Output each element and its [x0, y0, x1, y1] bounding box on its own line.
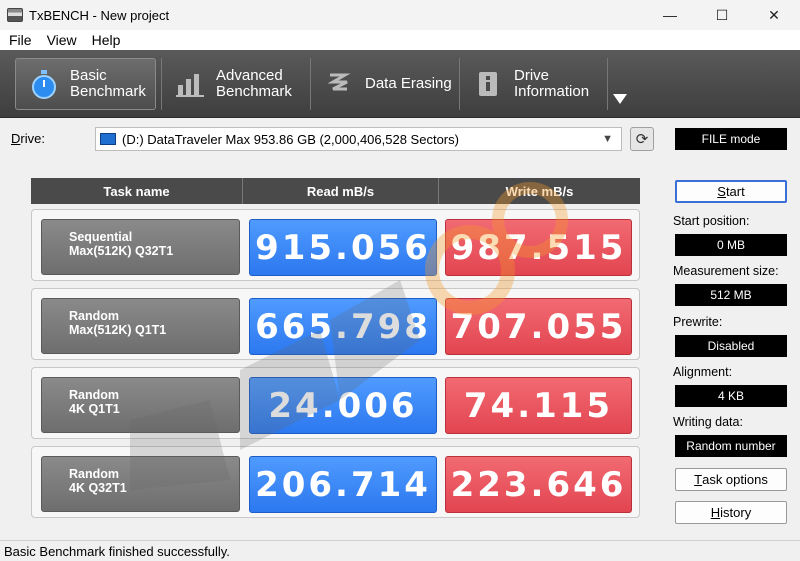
- measurement-size-label: Measurement size:: [673, 264, 779, 278]
- writing-data-label: Writing data:: [673, 415, 743, 429]
- stopwatch-icon: [28, 68, 60, 100]
- start-position-value[interactable]: 0 MB: [675, 234, 787, 256]
- toolbar-divider: [607, 58, 608, 110]
- tab-advanced-benchmark[interactable]: Advanced Benchmark: [162, 58, 308, 110]
- task-button[interactable]: Sequential Max(512K) Q32T1: [41, 219, 240, 275]
- write-value: 987.515: [445, 219, 632, 276]
- result-row: Random Max(512K) Q1T1 665.798 707.055: [31, 288, 640, 360]
- write-value: 74.115: [445, 377, 632, 434]
- app-icon: [7, 8, 23, 22]
- read-value: 206.714: [249, 456, 437, 513]
- drive-selected-value: (D:) DataTraveler Max 953.86 GB (2,000,4…: [122, 131, 459, 147]
- start-position-label: Start position:: [673, 214, 750, 228]
- tab-drive-information[interactable]: Drive Information: [460, 58, 606, 110]
- results-panel: Task name Read mB/s Write mB/s Sequentia…: [31, 178, 640, 525]
- tab-label: Advanced Benchmark: [216, 67, 292, 100]
- menu-help[interactable]: Help: [92, 32, 121, 48]
- history-button[interactable]: History: [675, 501, 787, 524]
- status-bar: Basic Benchmark finished successfully.: [0, 540, 800, 561]
- tab-basic-benchmark[interactable]: Basic Benchmark: [15, 58, 156, 110]
- result-row: Sequential Max(512K) Q32T1 915.056 987.5…: [31, 209, 640, 281]
- task-line1: Random: [69, 309, 119, 323]
- start-button[interactable]: Start: [675, 180, 787, 203]
- file-mode-indicator: FILE mode: [675, 128, 787, 150]
- prewrite-label: Prewrite:: [673, 315, 723, 329]
- task-line1: Sequential: [69, 230, 133, 244]
- tab-label: Basic Benchmark: [70, 67, 146, 100]
- measurement-size-value[interactable]: 512 MB: [675, 284, 787, 306]
- tab-label: Data Erasing: [365, 75, 452, 92]
- write-value: 223.646: [445, 456, 632, 513]
- task-options-button[interactable]: Task options: [675, 468, 787, 491]
- status-text: Basic Benchmark finished successfully.: [4, 543, 230, 559]
- header-write: Write mB/s: [505, 183, 574, 199]
- tab-label: Drive Information: [514, 67, 590, 100]
- refresh-icon: ⟳: [635, 131, 649, 148]
- task-line2: Max(512K) Q1T1: [69, 323, 167, 337]
- header-task-name: Task name: [31, 178, 243, 204]
- result-row: Random 4K Q1T1 24.006 74.115: [31, 367, 640, 439]
- drive-icon: [100, 133, 116, 145]
- task-line2: 4K Q32T1: [69, 481, 127, 495]
- alignment-label: Alignment:: [673, 365, 733, 379]
- task-button[interactable]: Random Max(512K) Q1T1: [41, 298, 240, 354]
- minimize-button[interactable]: —: [644, 0, 696, 30]
- writing-data-value[interactable]: Random number: [675, 435, 787, 457]
- maximize-button[interactable]: ☐: [696, 0, 748, 30]
- write-value: 707.055: [445, 298, 632, 355]
- drive-info-icon: [472, 68, 504, 100]
- title-bar: TxBENCH - New project — ☐ ✕: [0, 0, 800, 30]
- task-line1: Random: [69, 467, 119, 481]
- results-header: Task name Read mB/s Write mB/s: [31, 178, 640, 204]
- window-title: TxBENCH - New project: [29, 7, 170, 23]
- drive-label: Drive:: [11, 131, 45, 146]
- close-button[interactable]: ✕: [748, 0, 800, 30]
- task-line2: Max(512K) Q32T1: [69, 244, 174, 258]
- tab-data-erasing[interactable]: Data Erasing: [311, 58, 457, 110]
- menu-file[interactable]: File: [9, 32, 32, 48]
- eraser-icon: [323, 68, 355, 100]
- result-row: Random 4K Q32T1 206.714 223.646: [31, 446, 640, 518]
- menu-bar: File View Help: [0, 30, 800, 50]
- task-button[interactable]: Random 4K Q32T1: [41, 456, 240, 512]
- read-value: 665.798: [249, 298, 437, 355]
- read-value: 24.006: [249, 377, 437, 434]
- more-tabs-icon[interactable]: [613, 94, 627, 104]
- drive-select[interactable]: (D:) DataTraveler Max 953.86 GB (2,000,4…: [95, 127, 622, 151]
- task-line2: 4K Q1T1: [69, 402, 120, 416]
- menu-view[interactable]: View: [47, 32, 77, 48]
- refresh-button[interactable]: ⟳: [630, 127, 654, 151]
- task-button[interactable]: Random 4K Q1T1: [41, 377, 240, 433]
- chevron-down-icon: ▼: [602, 133, 613, 145]
- main-toolbar: Basic Benchmark Advanced Benchmark Data …: [0, 50, 800, 118]
- bar-chart-icon: [174, 68, 206, 100]
- prewrite-value[interactable]: Disabled: [675, 335, 787, 357]
- task-line1: Random: [69, 388, 119, 402]
- read-value: 915.056: [249, 219, 437, 276]
- header-read: Read mB/s: [243, 178, 439, 204]
- alignment-value[interactable]: 4 KB: [675, 385, 787, 407]
